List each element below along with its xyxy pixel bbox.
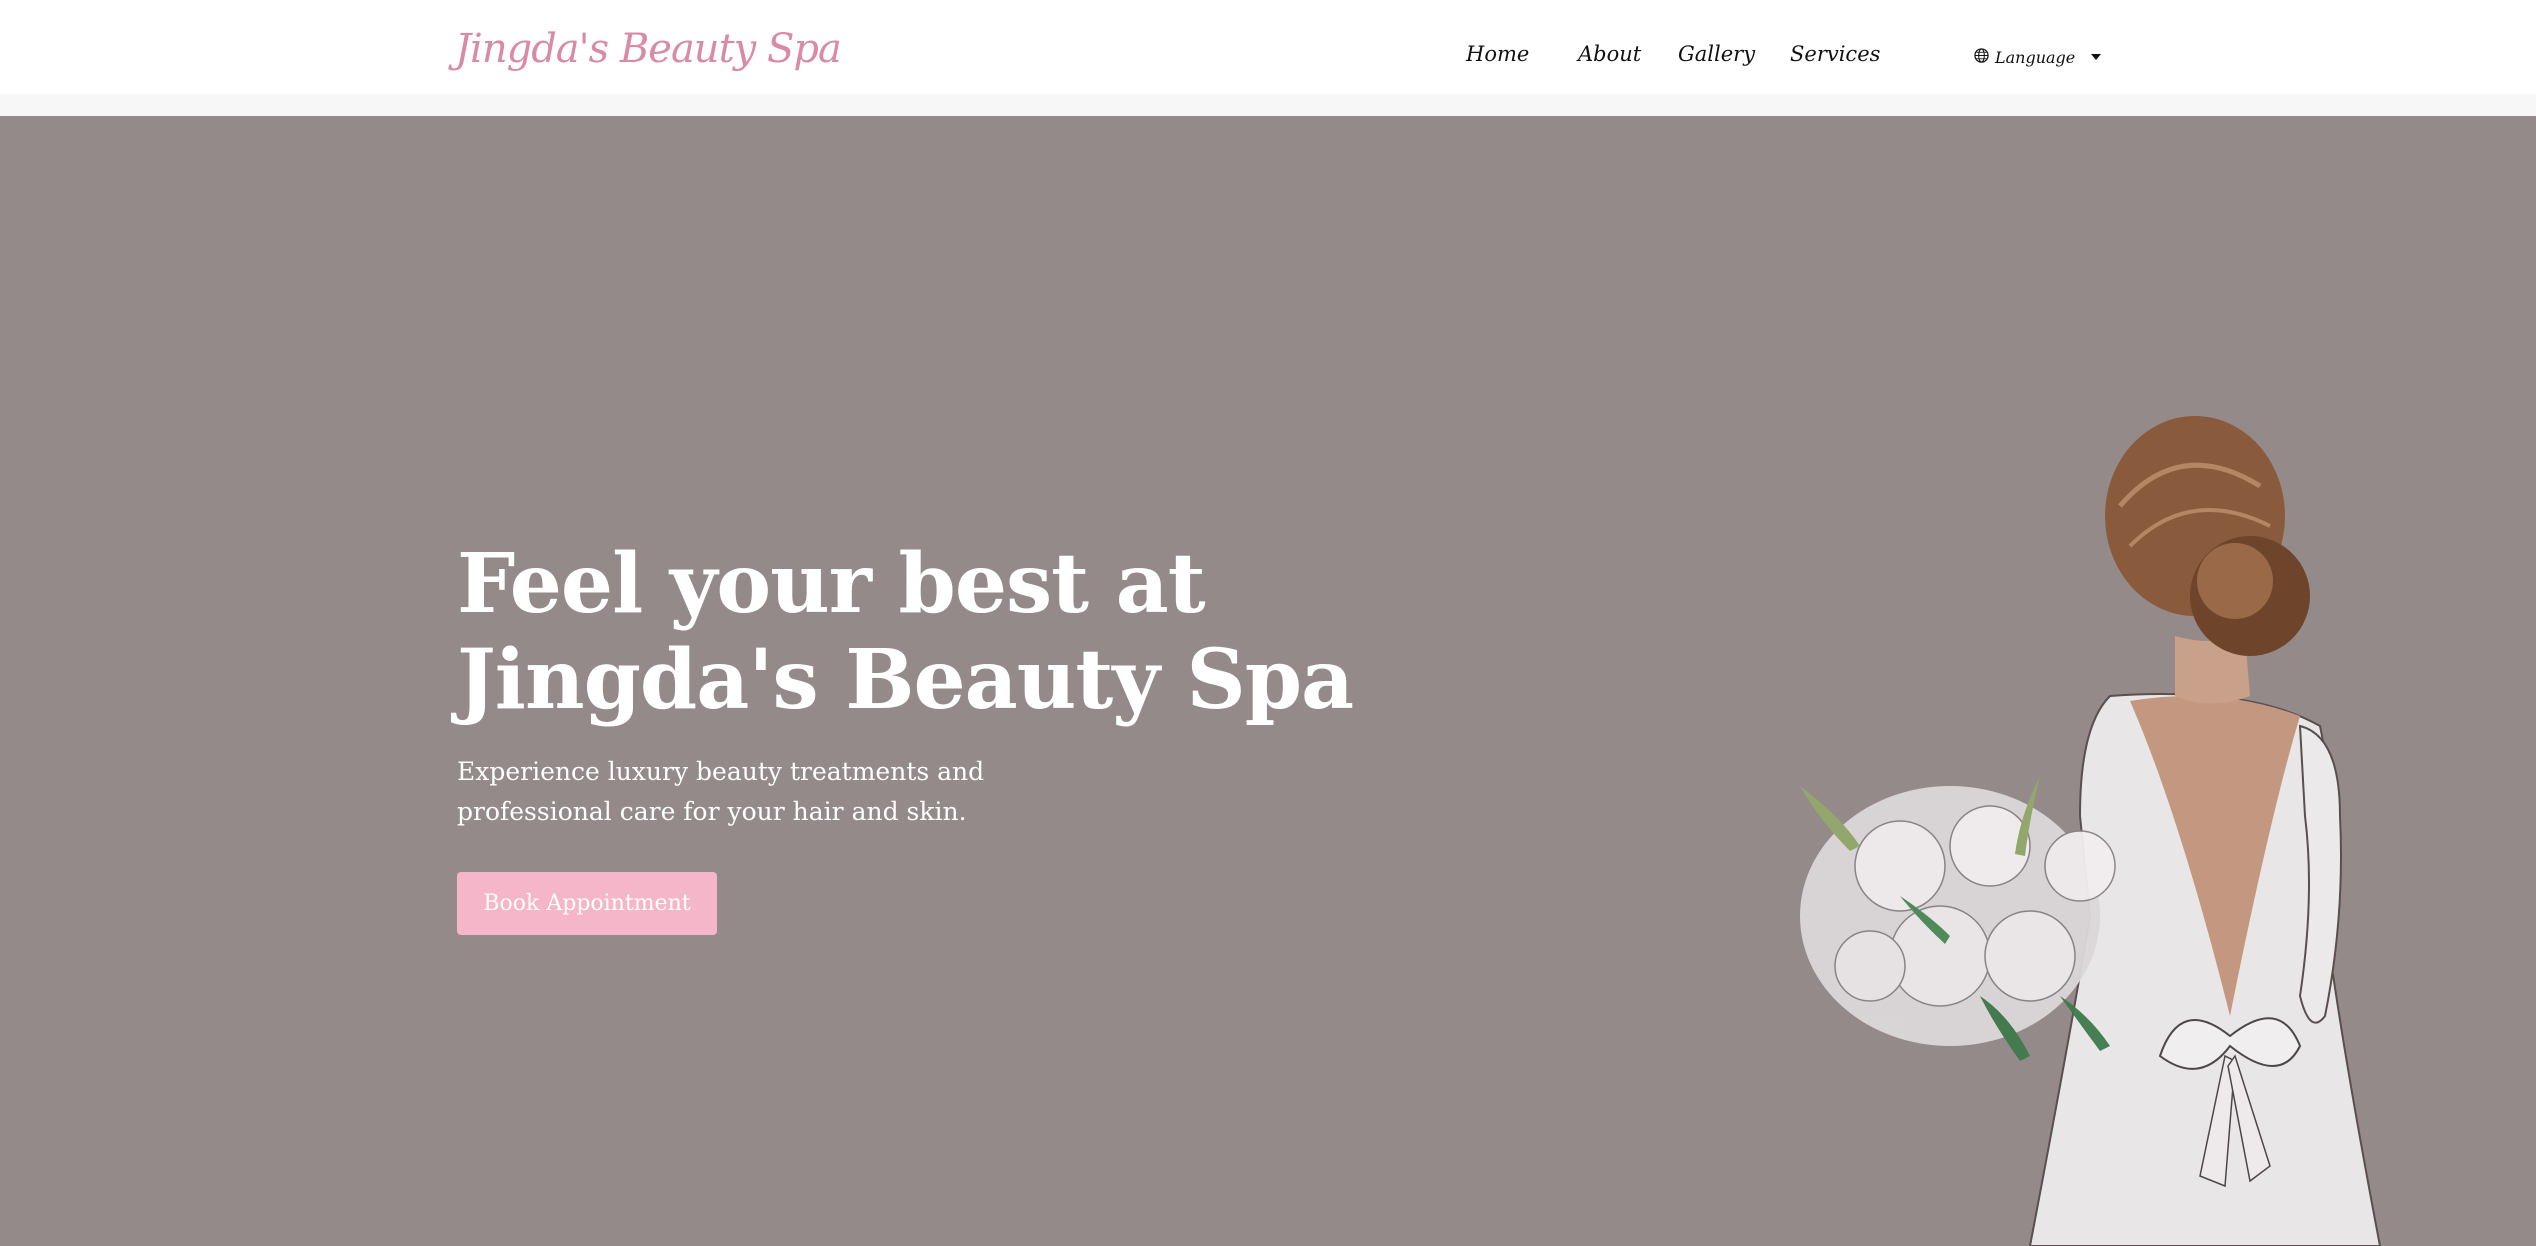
navbar: Jingda's Beauty Spa Home About Gallery S… xyxy=(0,0,2536,94)
nav-about[interactable]: About xyxy=(1578,42,1641,66)
language-dropdown[interactable]: Language xyxy=(1974,45,2102,69)
brand-logo[interactable]: Jingda's Beauty Spa xyxy=(455,26,842,72)
hero-section: Feel your best at Jingda's Beauty Spa Ex… xyxy=(0,116,2536,1246)
hero-title-line1: Feel your best at xyxy=(457,536,1206,632)
nav-services[interactable]: Services xyxy=(1790,42,1880,66)
hero-title-line2: Jingda's Beauty Spa xyxy=(457,632,1354,728)
hero-subtitle: Experience luxury beauty treatments and … xyxy=(457,757,985,826)
language-label: Language xyxy=(1995,47,2076,67)
hero-title: Feel your best at Jingda's Beauty Spa xyxy=(457,536,1357,728)
globe-icon xyxy=(1974,47,1989,67)
book-appointment-button[interactable]: Book Appointment xyxy=(457,872,717,935)
caret-down-icon xyxy=(2091,54,2102,60)
navbar-shadow xyxy=(0,94,2536,116)
nav-home[interactable]: Home xyxy=(1466,42,1529,66)
nav-gallery[interactable]: Gallery xyxy=(1678,42,1755,66)
bride-bouquet-illustration xyxy=(1800,416,2382,1246)
